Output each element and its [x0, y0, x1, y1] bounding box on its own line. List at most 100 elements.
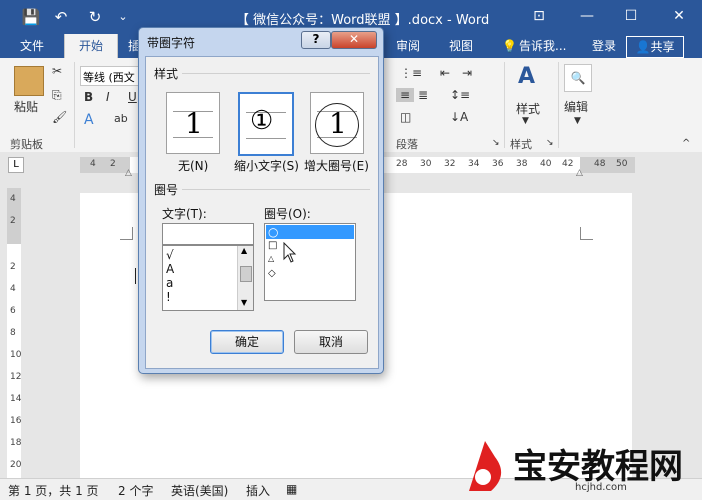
- underline-button[interactable]: U: [128, 90, 137, 104]
- styles-icon[interactable]: A: [518, 64, 535, 89]
- sort-icon[interactable]: ↓A: [450, 110, 468, 124]
- list-item[interactable]: △: [268, 254, 274, 263]
- text-field-label: 文字(T):: [162, 207, 207, 221]
- paragraph-group-label: 段落: [396, 138, 418, 151]
- circle-list[interactable]: ○ □ △ ◇: [264, 223, 356, 301]
- styles-group-label: 样式: [510, 138, 532, 151]
- ruler-number: 2: [10, 216, 16, 226]
- format-painter-icon[interactable]: 🖌: [52, 110, 67, 124]
- tab-selector-icon[interactable]: L: [8, 157, 24, 173]
- style-enlarge-preview: 1: [329, 107, 347, 140]
- ruler-number: 2: [110, 159, 116, 169]
- macro-icon[interactable]: ▦: [286, 482, 297, 496]
- close-icon[interactable]: ✕: [664, 4, 694, 28]
- list-item[interactable]: ◇: [268, 268, 276, 279]
- paste-icon[interactable]: [14, 66, 44, 96]
- maximize-icon[interactable]: ☐: [616, 4, 646, 28]
- styles-dropdown-icon[interactable]: ▼: [522, 116, 529, 126]
- page-count[interactable]: 第 1 页，共 1 页: [8, 482, 99, 499]
- ruler-number: 50: [616, 159, 628, 169]
- distributed-icon[interactable]: ≣: [418, 88, 428, 102]
- vertical-ruler[interactable]: 4 2 2 4 6 8 10 12 14 16 18 20: [7, 188, 21, 478]
- list-item[interactable]: a: [166, 276, 173, 290]
- style-enlarge-label[interactable]: 增大圈号(E): [304, 157, 369, 174]
- save-icon[interactable]: 💾: [20, 6, 42, 28]
- scroll-down-icon[interactable]: ▼: [241, 298, 247, 307]
- tab-home[interactable]: 开始: [64, 34, 119, 58]
- increase-indent-icon[interactable]: ⇥: [462, 66, 472, 80]
- copy-icon[interactable]: ⎘: [52, 88, 62, 103]
- bold-button[interactable]: B: [84, 90, 93, 104]
- redo-icon[interactable]: ↻: [84, 6, 106, 28]
- text-effects-icon[interactable]: A: [84, 112, 94, 128]
- style-none-option[interactable]: 1: [166, 92, 220, 154]
- help-button[interactable]: ?: [301, 31, 331, 49]
- text-list-scrollbar[interactable]: ▲ ▼: [237, 246, 253, 310]
- search-icon[interactable]: 🔍: [564, 64, 592, 92]
- styles-launcher-icon[interactable]: ↘: [546, 138, 554, 148]
- style-none-label[interactable]: 无(N): [178, 157, 208, 174]
- italic-button[interactable]: I: [106, 90, 110, 104]
- left-indent-marker[interactable]: △: [125, 168, 132, 178]
- ruler-number: 10: [10, 350, 22, 360]
- styles-button-label[interactable]: 样式: [516, 100, 540, 117]
- tab-view[interactable]: 视图: [449, 34, 473, 58]
- paragraph-launcher-icon[interactable]: ↘: [492, 138, 500, 148]
- ruler-number: 12: [10, 372, 22, 382]
- ruler-number: 4: [10, 194, 16, 204]
- multilevel-list-icon[interactable]: ⋮≡: [400, 66, 422, 80]
- highlight-icon[interactable]: ab: [114, 112, 128, 125]
- editing-button-label[interactable]: 编辑: [564, 98, 588, 115]
- scroll-thumb[interactable]: [240, 266, 252, 282]
- list-item[interactable]: √: [166, 248, 174, 262]
- line-spacing-icon[interactable]: ↕≡: [450, 88, 470, 102]
- watermark-logo-icon: [469, 441, 502, 491]
- tab-file[interactable]: 文件: [20, 34, 44, 58]
- decrease-indent-icon[interactable]: ⇤: [440, 66, 450, 80]
- tell-me-box[interactable]: 告诉我...: [519, 34, 566, 58]
- sign-in-link[interactable]: 登录: [592, 34, 616, 58]
- text-cursor: [135, 268, 136, 284]
- list-item[interactable]: ○: [268, 225, 278, 239]
- justify-icon[interactable]: ≡: [396, 88, 414, 102]
- ruler-number: 42: [562, 159, 574, 169]
- clipboard-group-label: 剪贴板: [10, 138, 43, 151]
- style-shrink-text-option[interactable]: ①: [238, 92, 294, 156]
- ok-button[interactable]: 确定: [210, 330, 284, 354]
- share-button[interactable]: 👤共享: [626, 36, 684, 58]
- shading-icon[interactable]: ◫: [400, 110, 411, 124]
- scroll-up-icon[interactable]: ▲: [241, 246, 247, 255]
- font-name-box[interactable]: 等线 (西文: [80, 66, 142, 86]
- dialog-close-button[interactable]: ✕: [331, 31, 377, 49]
- list-item[interactable]: □: [268, 240, 277, 251]
- insert-mode[interactable]: 插入: [246, 482, 270, 499]
- ruler-number: 34: [468, 159, 480, 169]
- paste-label[interactable]: 粘贴: [14, 98, 38, 115]
- style-enlarge-symbol-option[interactable]: 1: [310, 92, 364, 154]
- tab-review[interactable]: 审阅: [396, 34, 420, 58]
- ruler-number: 40: [540, 159, 552, 169]
- dialog-body: 样式 1 ① 1 无(N) 缩小文字(S) 增大圈号(E) 圈号 文字(T): …: [145, 56, 379, 369]
- language-status[interactable]: 英语(美国): [171, 482, 228, 499]
- text-list[interactable]: √ A a ! ▲ ▼: [162, 245, 254, 311]
- customize-toolbar-icon[interactable]: ⌄: [112, 6, 134, 28]
- minimize-icon[interactable]: —: [572, 4, 602, 28]
- list-item[interactable]: !: [166, 290, 171, 304]
- ruler-number: 14: [10, 394, 22, 404]
- cancel-button[interactable]: 取消: [294, 330, 368, 354]
- cut-icon[interactable]: ✂: [52, 64, 62, 78]
- ruler-number: 8: [10, 328, 16, 338]
- editing-dropdown-icon[interactable]: ▼: [574, 116, 581, 126]
- list-item[interactable]: A: [166, 262, 174, 276]
- ruler-number: 36: [492, 159, 504, 169]
- word-count[interactable]: 2 个字: [118, 482, 153, 499]
- dialog-title-bar[interactable]: 带圈字符 ? ✕: [139, 28, 383, 54]
- collapse-ribbon-icon[interactable]: ^: [682, 138, 690, 149]
- right-indent-marker[interactable]: △: [576, 168, 583, 178]
- undo-icon[interactable]: ↶: [50, 6, 72, 28]
- ruler-number: 6: [10, 306, 16, 316]
- watermark: 宝安教程网 hcjhd.com: [455, 435, 700, 497]
- ribbon-display-icon[interactable]: ⊡: [524, 4, 554, 28]
- text-input[interactable]: [162, 223, 254, 245]
- style-shrink-label[interactable]: 缩小文字(S): [234, 157, 299, 174]
